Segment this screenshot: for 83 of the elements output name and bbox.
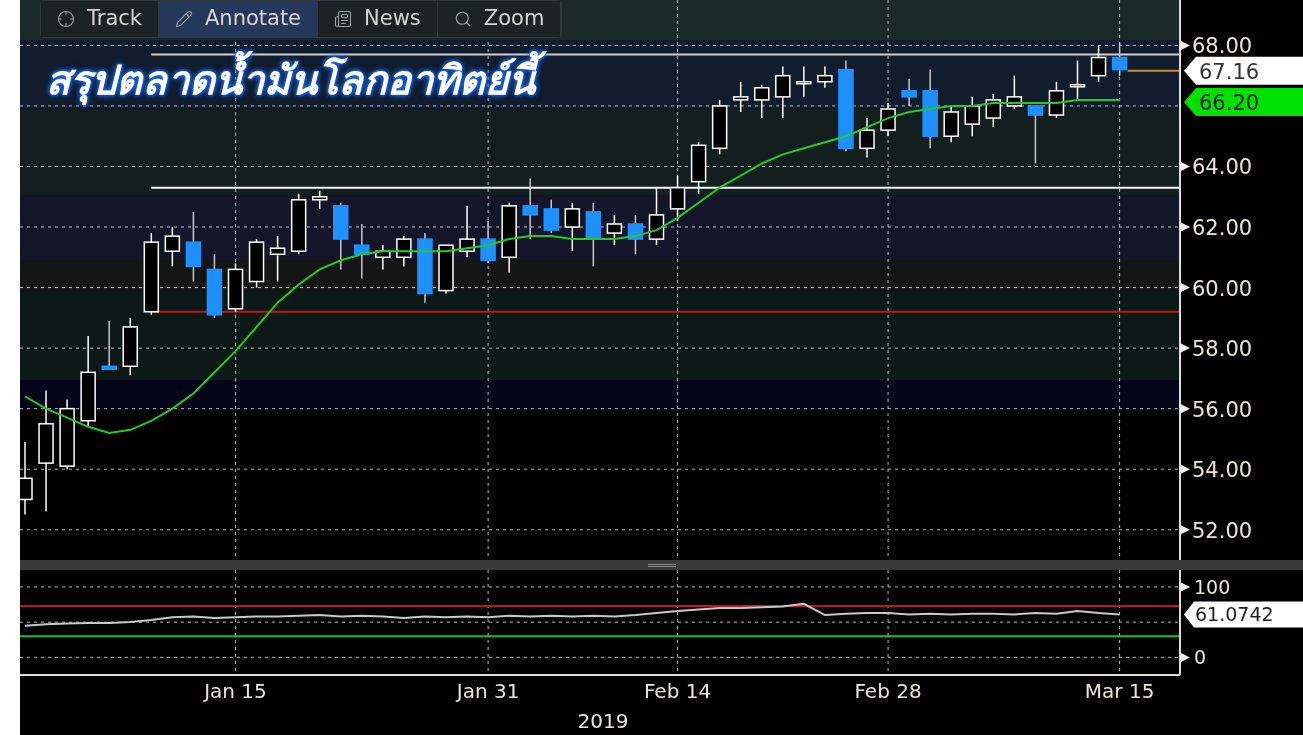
candlestick xyxy=(396,235,412,268)
average-price-tag: 66.20 xyxy=(1184,87,1303,116)
candlestick xyxy=(248,238,265,289)
y-tick-label: 52.00 xyxy=(1192,518,1253,543)
toolbar-button[interactable]: Annotate xyxy=(158,1,319,37)
candlestick xyxy=(522,177,538,240)
y-tick-label: 64.00 xyxy=(1192,155,1253,180)
value-tag: 61.0742 xyxy=(1184,601,1303,628)
candlestick xyxy=(796,65,812,98)
candlestick xyxy=(943,105,959,143)
y-tick-label: 100 xyxy=(1194,575,1231,598)
candlestick xyxy=(1006,74,1023,110)
year-label: 2019 xyxy=(577,709,629,733)
axis-label: 56.00 xyxy=(1180,397,1253,422)
candlestick xyxy=(585,202,602,268)
axis-label: Jan 15 xyxy=(204,679,267,703)
y-tick-label: 60.00 xyxy=(1192,276,1253,301)
candlestick xyxy=(669,174,686,222)
candlestick xyxy=(817,65,833,89)
y-tick-label: 68.00 xyxy=(1192,34,1253,59)
candlestick xyxy=(438,244,454,295)
axis-label: 0 xyxy=(1180,646,1207,669)
candlestick xyxy=(290,193,307,255)
price-line xyxy=(1126,69,1181,72)
candlestick xyxy=(964,96,980,137)
candlestick xyxy=(648,186,665,246)
candlestick xyxy=(164,226,181,268)
candlestick xyxy=(122,317,138,377)
candlestick xyxy=(732,81,749,113)
axis-label: 52.00 xyxy=(1180,518,1253,543)
candlestick xyxy=(1069,59,1086,101)
candlestick xyxy=(311,189,328,210)
candlestick xyxy=(606,214,623,246)
candlestick xyxy=(101,320,117,371)
candlestick xyxy=(480,220,496,265)
search-icon xyxy=(453,10,472,28)
axis-label: 54.00 xyxy=(1180,458,1253,483)
candlestick xyxy=(775,65,791,119)
candlestick xyxy=(901,77,917,107)
y-tick-label: 54.00 xyxy=(1192,458,1253,483)
axis-label: Feb 14 xyxy=(643,679,712,703)
candlestick xyxy=(375,244,391,271)
candlestick xyxy=(1090,44,1107,83)
candlestick xyxy=(1027,105,1044,165)
candlestick xyxy=(417,232,433,304)
axis-label: Mar 15 xyxy=(1084,679,1155,703)
candlestick xyxy=(227,262,244,313)
axis-label: 60.00 xyxy=(1180,276,1253,301)
candlestick xyxy=(1111,41,1128,77)
y-tick-label: 58.00 xyxy=(1192,337,1253,362)
y-tick-label: 0 xyxy=(1194,646,1207,669)
candlestick xyxy=(269,235,286,283)
candlestick xyxy=(711,99,728,156)
axis-label: 62.00 xyxy=(1180,216,1253,241)
axis-label: 68.00 xyxy=(1180,34,1253,59)
candlestick xyxy=(627,214,644,255)
candlestick xyxy=(690,141,707,195)
toolbar-button[interactable]: Track xyxy=(41,1,159,37)
y-tick-label: 56.00 xyxy=(1192,397,1253,422)
candlestick xyxy=(564,202,581,252)
newspaper-icon xyxy=(334,10,353,28)
y-tick-label: 62.00 xyxy=(1192,216,1253,241)
candlestick xyxy=(333,202,349,271)
candlestick xyxy=(985,93,1002,128)
candlestick xyxy=(206,253,223,319)
candlestick xyxy=(754,84,770,119)
axis-label: 100 xyxy=(1180,575,1231,598)
candlestick xyxy=(459,205,475,259)
candlestick xyxy=(59,398,75,470)
candlestick xyxy=(501,202,517,274)
axis-label: Jan 31 xyxy=(456,679,520,703)
candlestick xyxy=(185,211,202,283)
candlestick xyxy=(354,223,370,280)
crosshair-icon xyxy=(57,10,75,28)
candlestick xyxy=(880,102,896,137)
candlestick xyxy=(1048,81,1065,119)
axis-label: 58.00 xyxy=(1180,337,1253,362)
last-price-tag: 67.16 xyxy=(1184,56,1303,85)
axis-label: Feb 28 xyxy=(854,679,922,703)
candlestick xyxy=(859,117,875,159)
candlestick xyxy=(543,199,559,234)
axis-label: 64.00 xyxy=(1180,155,1253,180)
pencil-icon xyxy=(174,10,193,28)
